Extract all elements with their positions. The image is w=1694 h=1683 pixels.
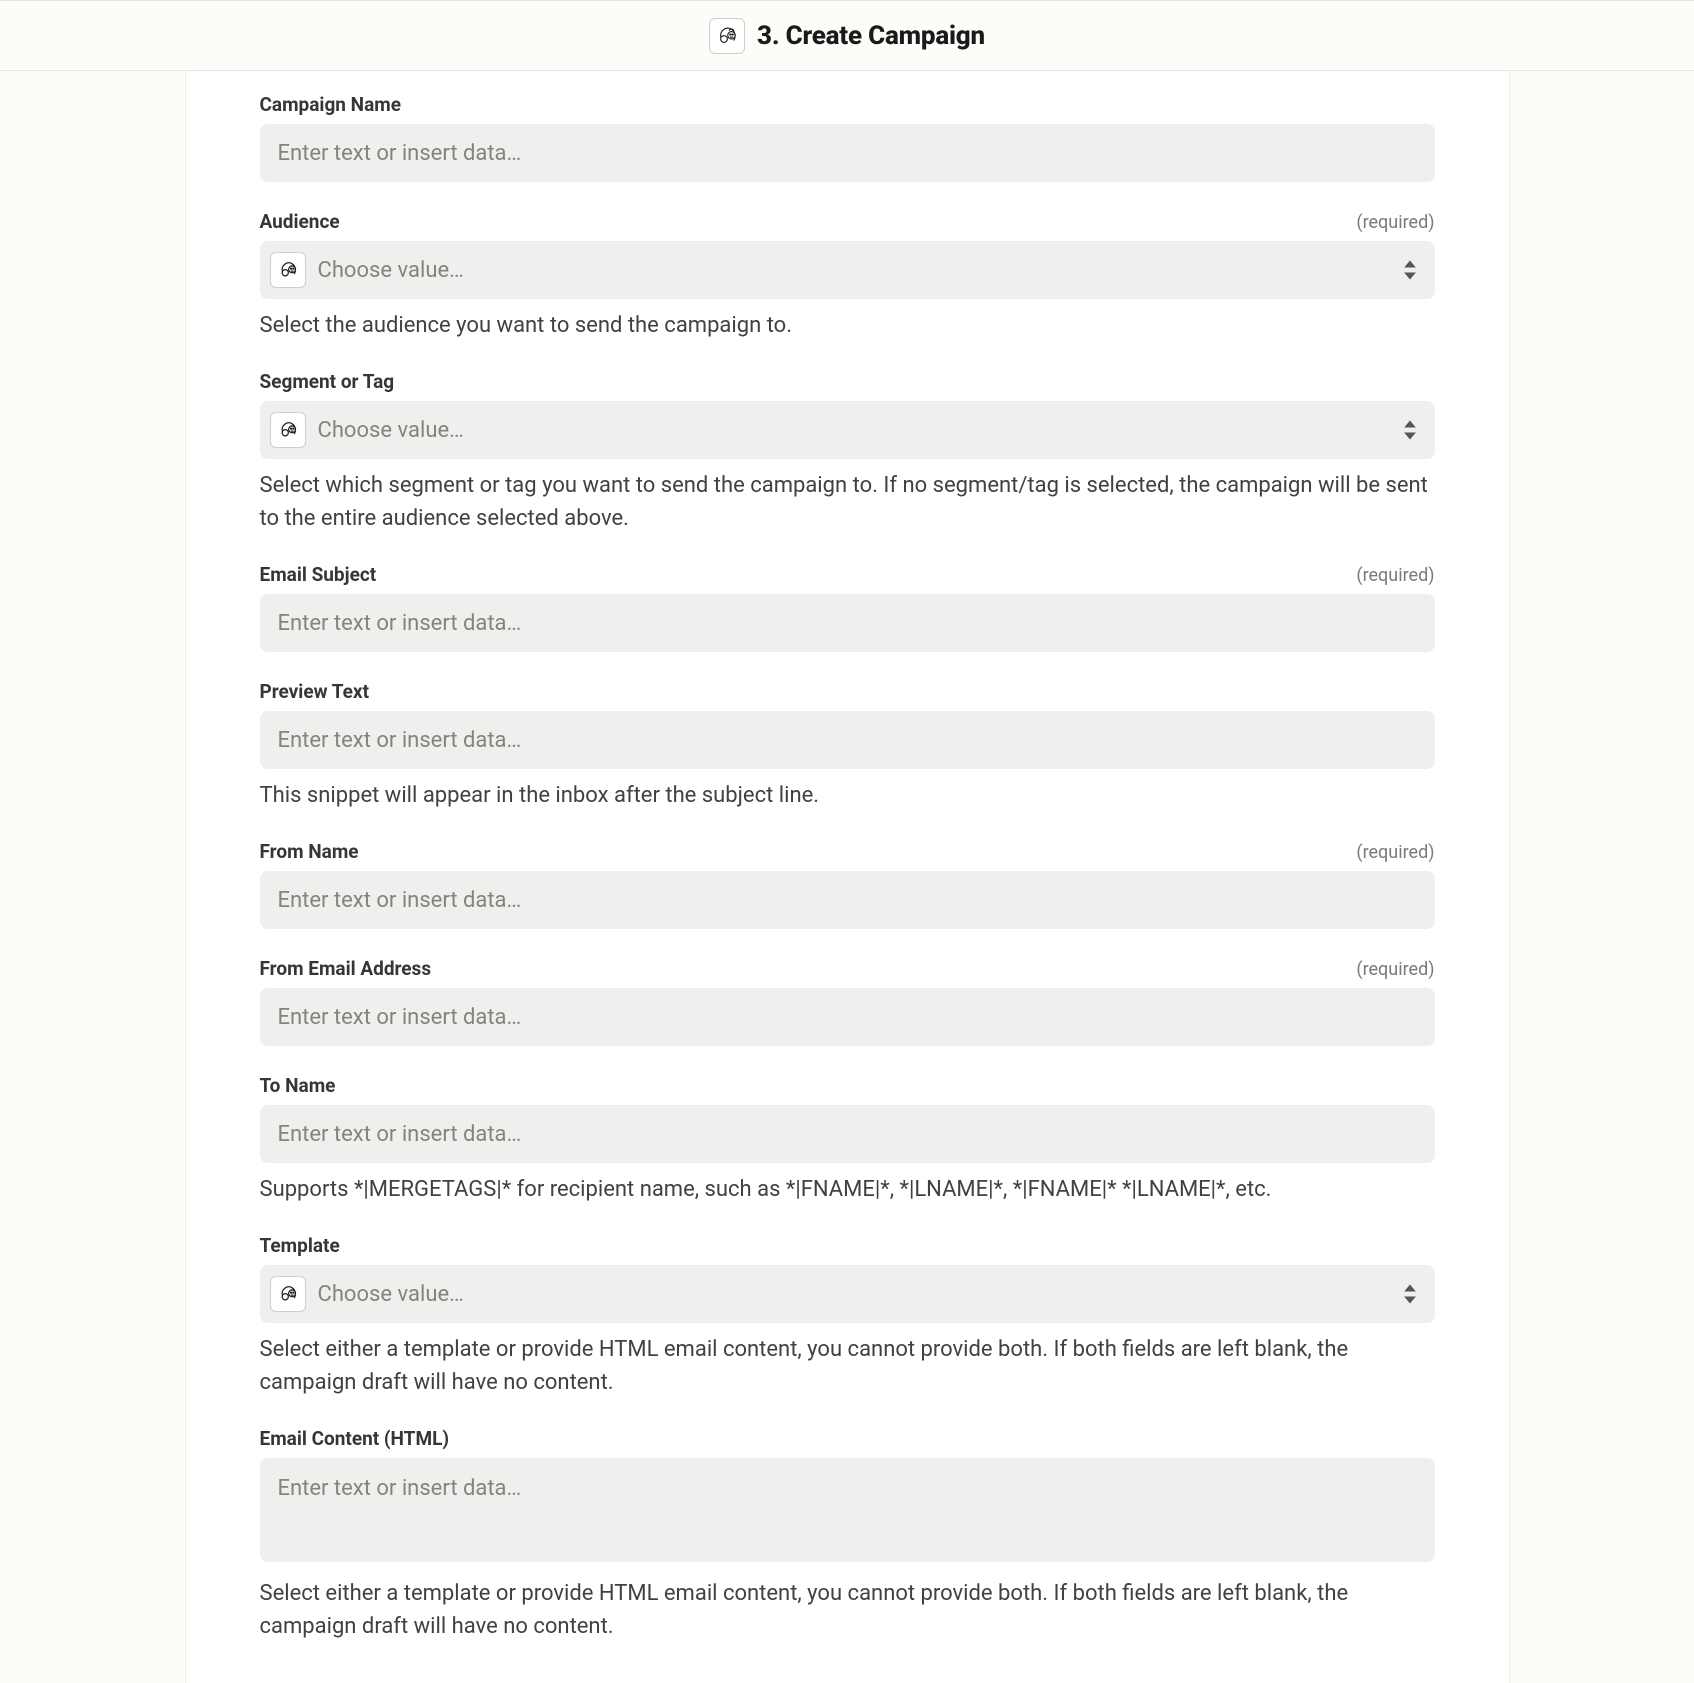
field-campaign-name: Campaign Name — [260, 93, 1435, 182]
from-email-required: (required) — [1356, 959, 1434, 980]
email-subject-input[interactable] — [260, 594, 1435, 652]
mailchimp-icon — [709, 18, 745, 54]
email-content-textarea[interactable] — [260, 1458, 1435, 1562]
chevron-up-down-icon — [1403, 259, 1417, 281]
field-template: Template Choose value… Select either a t… — [260, 1234, 1435, 1399]
audience-select[interactable]: Choose value… — [260, 241, 1435, 299]
mailchimp-icon — [270, 1276, 306, 1312]
segment-helper: Select which segment or tag you want to … — [260, 469, 1435, 535]
template-select-placeholder: Choose value… — [318, 1282, 464, 1307]
preview-text-helper: This snippet will appear in the inbox af… — [260, 779, 1435, 812]
field-segment: Segment or Tag Choose value… Select whic… — [260, 370, 1435, 535]
step-header: 3. Create Campaign — [0, 4, 1694, 71]
field-from-email: From Email Address (required) — [260, 957, 1435, 1046]
field-preview-text: Preview Text This snippet will appear in… — [260, 680, 1435, 812]
template-select[interactable]: Choose value… — [260, 1265, 1435, 1323]
audience-label: Audience — [260, 210, 340, 233]
from-email-label: From Email Address — [260, 957, 432, 980]
mailchimp-icon — [270, 412, 306, 448]
preview-text-label: Preview Text — [260, 680, 370, 703]
chevron-up-down-icon — [1403, 1283, 1417, 1305]
field-audience: Audience (required) Choose value… Select… — [260, 210, 1435, 342]
template-label: Template — [260, 1234, 340, 1257]
segment-label: Segment or Tag — [260, 370, 395, 393]
from-name-input[interactable] — [260, 871, 1435, 929]
segment-select-placeholder: Choose value… — [318, 418, 464, 443]
field-email-content: Email Content (HTML) Select either a tem… — [260, 1427, 1435, 1643]
email-content-label: Email Content (HTML) — [260, 1427, 450, 1450]
campaign-name-input[interactable] — [260, 124, 1435, 182]
mailchimp-icon — [270, 252, 306, 288]
email-content-helper: Select either a template or provide HTML… — [260, 1577, 1435, 1643]
email-subject-required: (required) — [1356, 565, 1434, 586]
preview-text-input[interactable] — [260, 711, 1435, 769]
audience-required: (required) — [1356, 212, 1434, 233]
segment-select[interactable]: Choose value… — [260, 401, 1435, 459]
audience-helper: Select the audience you want to send the… — [260, 309, 1435, 342]
form-card: Campaign Name Audience (required) Choose… — [185, 71, 1510, 1683]
to-name-input[interactable] — [260, 1105, 1435, 1163]
from-name-label: From Name — [260, 840, 359, 863]
template-helper: Select either a template or provide HTML… — [260, 1333, 1435, 1399]
chevron-up-down-icon — [1403, 419, 1417, 441]
field-email-subject: Email Subject (required) — [260, 563, 1435, 652]
audience-select-placeholder: Choose value… — [318, 258, 464, 283]
from-name-required: (required) — [1356, 842, 1434, 863]
email-subject-label: Email Subject — [260, 563, 377, 586]
to-name-helper: Supports *|MERGETAGS|* for recipient nam… — [260, 1173, 1435, 1206]
to-name-label: To Name — [260, 1074, 336, 1097]
field-to-name: To Name Supports *|MERGETAGS|* for recip… — [260, 1074, 1435, 1206]
step-title: 3. Create Campaign — [757, 21, 985, 51]
from-email-input[interactable] — [260, 988, 1435, 1046]
campaign-name-label: Campaign Name — [260, 93, 401, 116]
field-from-name: From Name (required) — [260, 840, 1435, 929]
